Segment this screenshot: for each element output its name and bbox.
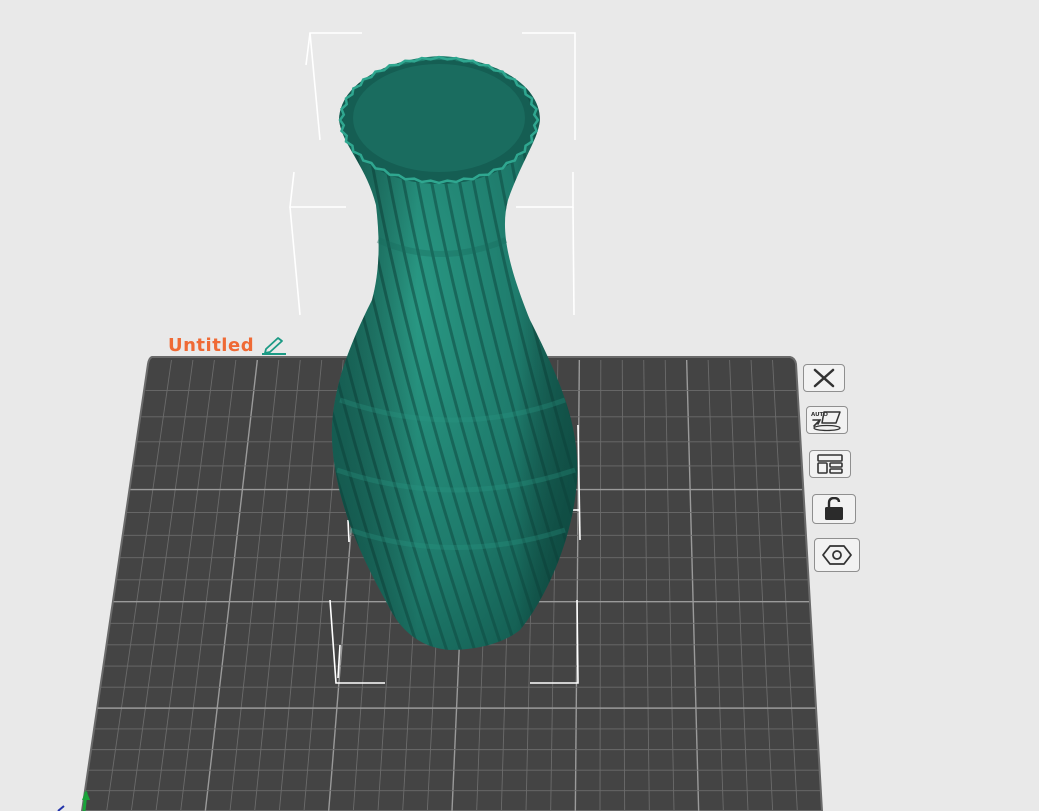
auto-orient-icon: AUTO xyxy=(811,411,841,432)
pencil-edit-icon xyxy=(262,337,287,355)
rename-plate-button[interactable] xyxy=(260,334,288,356)
plate-settings-button[interactable] xyxy=(814,538,860,572)
lock-icon xyxy=(825,497,843,520)
auto-label: AUTO xyxy=(811,412,828,418)
arrange-button[interactable] xyxy=(809,450,851,478)
remove-plate-button[interactable] xyxy=(803,364,845,392)
lock-plate-button[interactable] xyxy=(812,494,856,524)
arrange-icon xyxy=(817,454,843,474)
plate-settings-icon xyxy=(822,545,852,565)
auto-orient-button[interactable]: AUTO xyxy=(806,406,848,434)
plate-name-label: Untitled xyxy=(168,334,288,356)
plate-name-text: Untitled xyxy=(168,334,255,356)
axis-indicator-icon xyxy=(57,790,90,811)
3d-viewport[interactable] xyxy=(0,0,1039,811)
close-icon xyxy=(813,368,835,388)
